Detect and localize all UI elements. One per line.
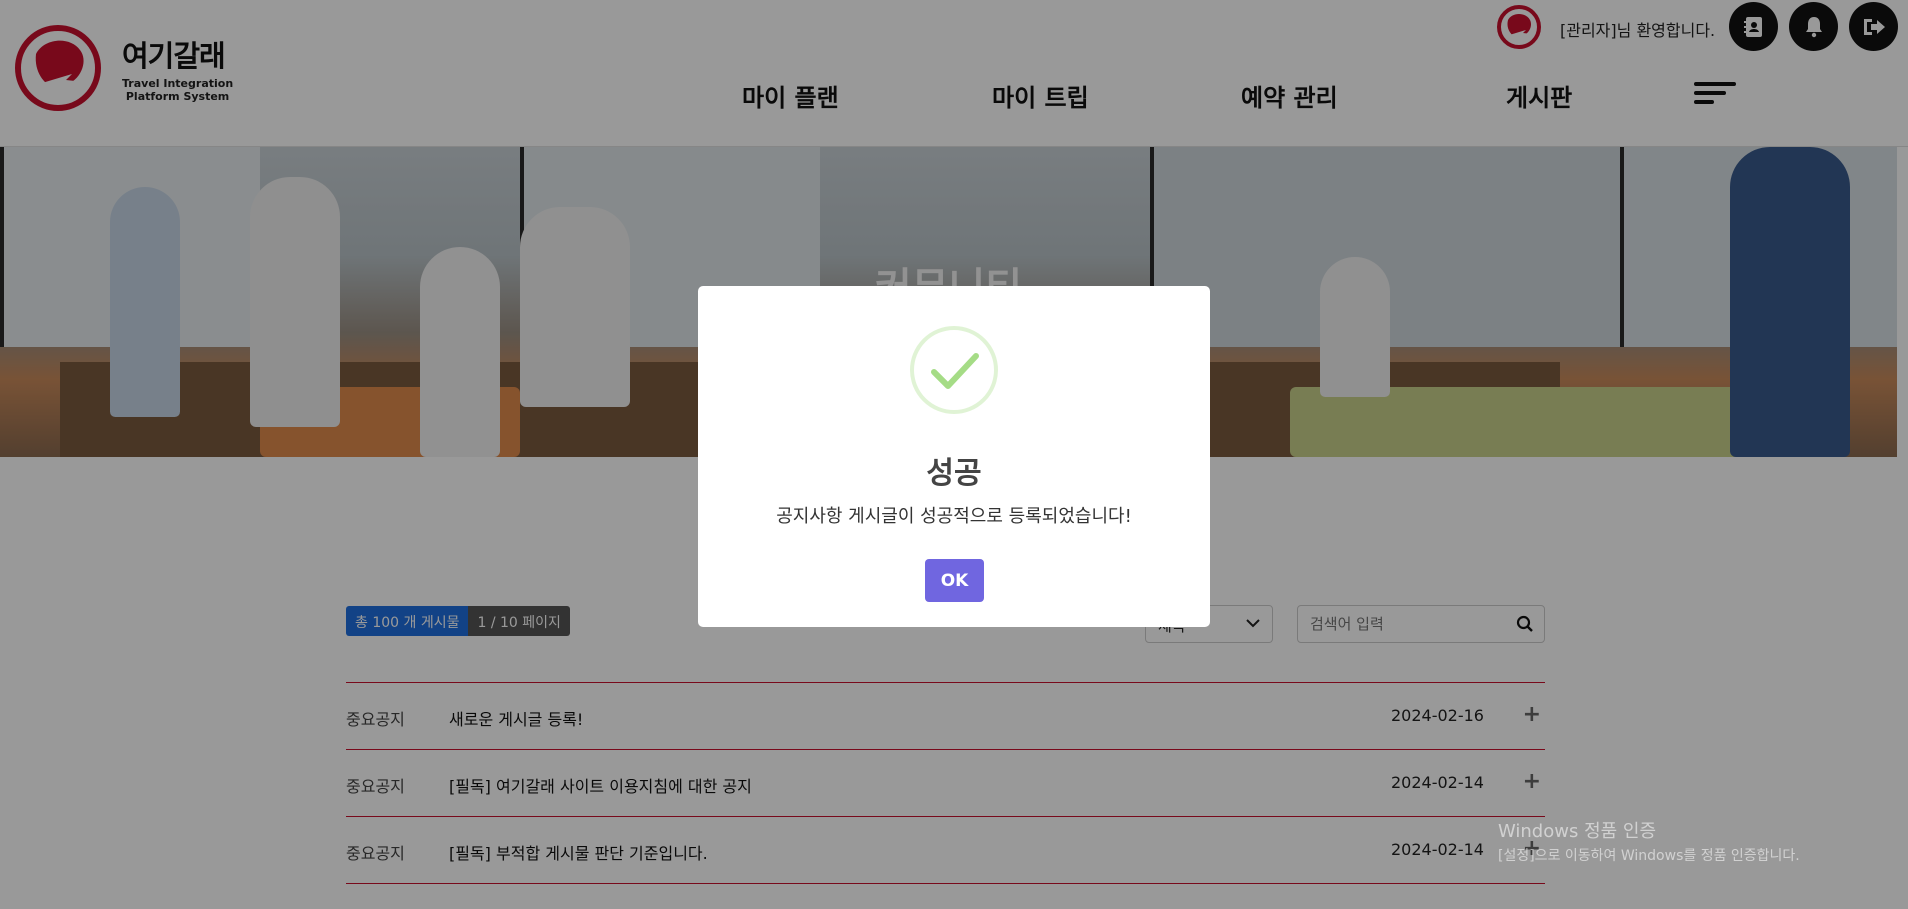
success-dialog: 성공 공지사항 게시글이 성공적으로 등록되었습니다! OK [698, 286, 1210, 627]
dialog-title: 성공 [926, 456, 982, 491]
watermark-line1: Windows 정품 인증 [1498, 821, 1657, 842]
windows-activation-watermark: Windows 정품 인증 [설정]으로 이동하여 Windows를 정품 인증… [1498, 820, 1800, 868]
watermark-line2: [설정]으로 이동하여 Windows를 정품 인증합니다. [1498, 848, 1800, 864]
checkmark-icon [931, 353, 979, 389]
ok-button[interactable]: OK [925, 559, 984, 602]
dialog-message: 공지사항 게시글이 성공적으로 등록되었습니다! [776, 506, 1132, 527]
